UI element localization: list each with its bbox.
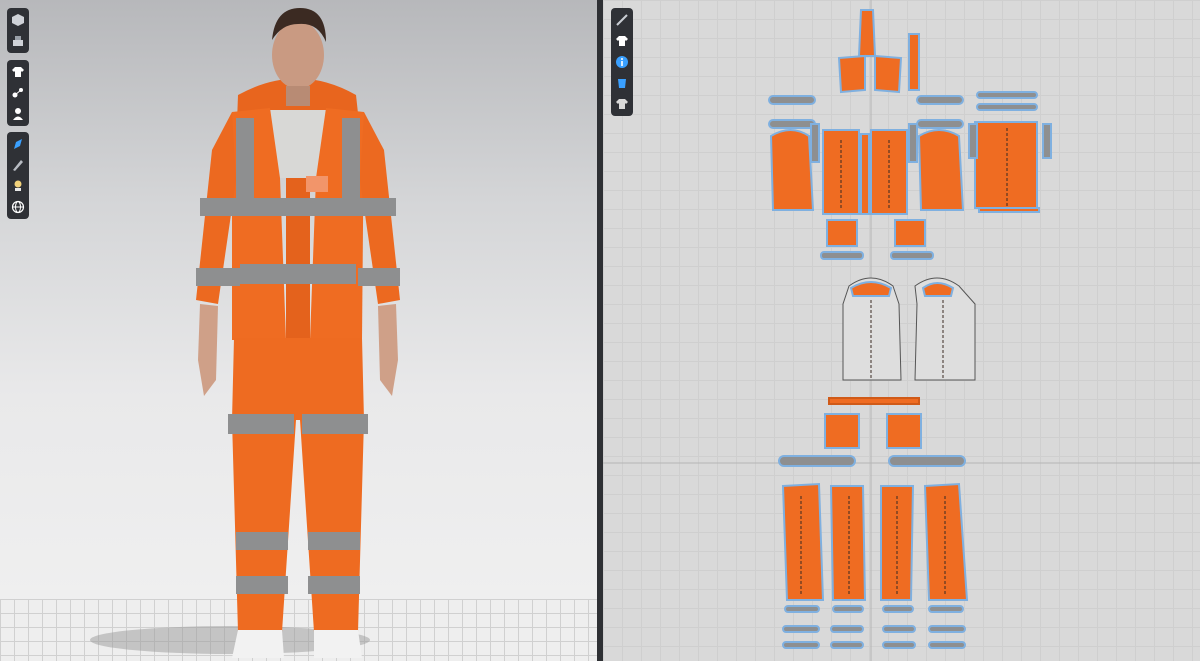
light-icon[interactable]: [9, 177, 27, 195]
3d-viewport[interactable]: [0, 0, 597, 661]
pattern-pieces[interactable]: [603, 0, 1200, 661]
globe-icon[interactable]: [9, 198, 27, 216]
shirt-icon[interactable]: [613, 32, 631, 50]
info-icon[interactable]: [613, 53, 631, 71]
points-icon[interactable]: [9, 84, 27, 102]
pen-icon[interactable]: [9, 156, 27, 174]
cube-icon[interactable]: [9, 11, 27, 29]
shirt-alt-icon[interactable]: [613, 95, 631, 113]
render-toolbar: [7, 132, 29, 219]
garment-toolbar: [7, 60, 29, 126]
brush-icon[interactable]: [9, 135, 27, 153]
person-icon[interactable]: [9, 105, 27, 123]
view-toolbar: [7, 8, 29, 53]
2d-pattern-window[interactable]: [603, 0, 1200, 661]
stack-icon[interactable]: [9, 32, 27, 50]
shirt-icon[interactable]: [9, 63, 27, 81]
avatar-in-workwear[interactable]: [0, 0, 597, 661]
needle-icon[interactable]: [613, 11, 631, 29]
cup-icon[interactable]: [613, 74, 631, 92]
pattern-toolbar: [611, 8, 633, 116]
